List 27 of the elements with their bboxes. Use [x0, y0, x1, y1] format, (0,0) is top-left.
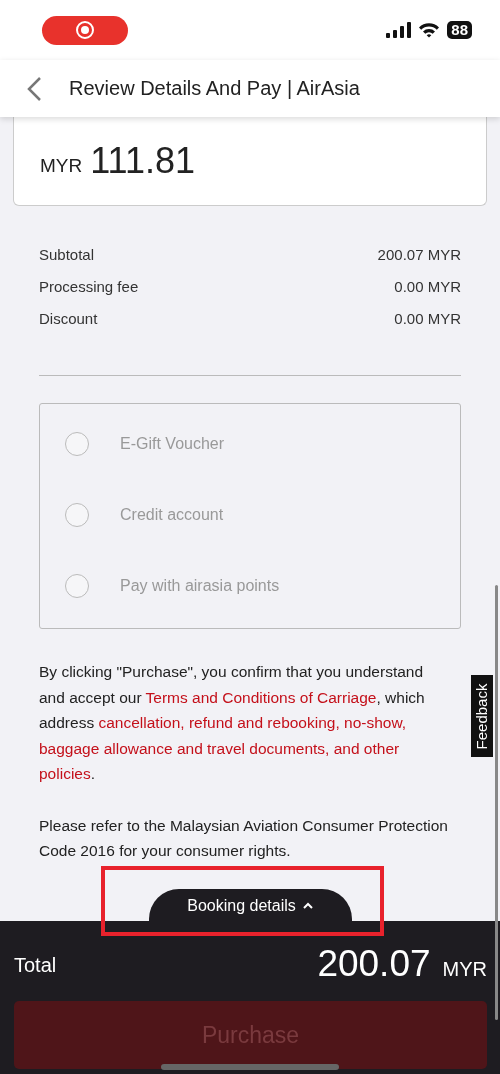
- amount-value: 111.81: [90, 140, 195, 182]
- summary-value: 0.00 MYR: [394, 310, 461, 327]
- record-icon: [75, 20, 95, 40]
- booking-details-tab[interactable]: Booking details: [149, 889, 352, 922]
- total-currency: MYR: [442, 958, 487, 981]
- screen-recording-indicator[interactable]: [42, 15, 128, 45]
- summary-value: 200.07 MYR: [377, 246, 461, 263]
- summary-label: Discount: [39, 310, 98, 327]
- terms-link[interactable]: Terms and Conditions of Carriage: [145, 688, 377, 706]
- page-title: Review Details And Pay | AirAsia: [69, 77, 360, 100]
- back-icon[interactable]: [26, 75, 42, 102]
- terms-link[interactable]: baggage allowance and travel documents, and other: [39, 739, 400, 757]
- total-amount: 200.07: [317, 943, 431, 985]
- wifi-icon: [418, 22, 441, 38]
- terms-link[interactable]: cancellation, refund and rebooking, no-show,: [98, 714, 407, 731]
- consumer-note: Please refer to the Malaysian Aviation Consumer Protection Code 2016 for your consumer rights.: [39, 815, 449, 861]
- signal-icon: [386, 22, 412, 38]
- total-label: Total: [14, 954, 57, 977]
- currency-label: MYR: [40, 155, 83, 177]
- battery-level: 88: [447, 21, 472, 39]
- summary-label: Processing fee: [39, 278, 139, 295]
- caret-icon: [301, 901, 314, 910]
- terms-paragraph: By clicking "Purchase", you confirm that you understand and accept our Terms and Conditions of Carriage, which address cancellation, refund and rebooking, no-show, baggage allowance and travel documents, and other policies.: [39, 662, 426, 784]
- feedback-tab[interactable]: Feedback: [471, 675, 493, 757]
- terms-link[interactable]: policies: [39, 765, 91, 782]
- summary-value: 0.00 MYR: [394, 278, 461, 295]
- summary-label: Subtotal: [39, 246, 95, 263]
